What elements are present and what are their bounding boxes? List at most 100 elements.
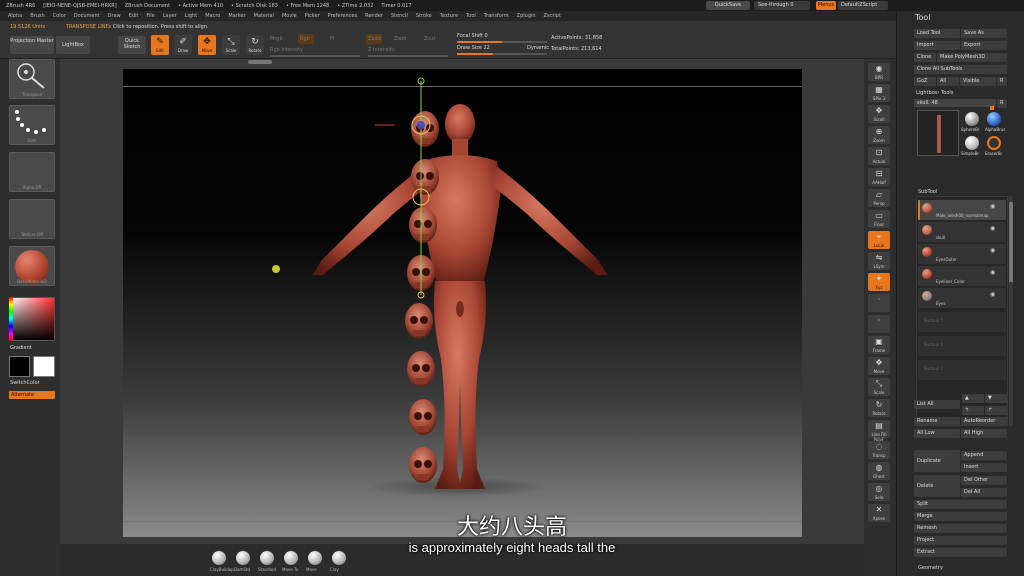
zcut-toggle[interactable]: Zcut [424,36,435,42]
menu-marker[interactable]: Marker [228,13,245,19]
m-toggle[interactable]: M [330,36,334,42]
menu-layer[interactable]: Layer [163,13,177,19]
mrgb-toggle[interactable]: Mrgb [270,36,283,42]
duplicate-button[interactable]: Duplicate [914,450,960,472]
brush-thumbnail[interactable]: Transpose [9,59,55,99]
subtool-empty-slot[interactable]: Subtool 5 [918,312,1006,332]
shelf-local[interactable]: ⌖ Local [868,231,890,249]
alpha-thumbnail[interactable]: Alpha Off [9,152,55,192]
shelf-ghost[interactable]: ◍ Ghost [868,462,890,480]
alternate-button[interactable]: Alternate [9,391,55,399]
draw-mode-button[interactable]: ✐ Draw [174,35,192,55]
arrow-left-button[interactable]: ↰ [962,406,984,415]
bottom-brush-move[interactable] [308,551,322,565]
see-through-slider[interactable]: See-through 0 [754,1,810,10]
visibility-eye-icon[interactable]: ◉ [990,291,995,298]
lightbox-tools-link[interactable]: Lightbox› Tools [916,90,953,96]
male-figure[interactable] [313,104,607,489]
shelf-xpose[interactable]: ✕ Xpose [868,504,890,522]
menu-stroke[interactable]: Stroke [416,13,432,19]
rgb-intensity-slider[interactable]: Rgb Intensity [270,47,303,53]
rename-button[interactable]: Rename [914,417,960,426]
visibility-eye-icon[interactable]: ◉ [990,225,995,232]
menu-movie[interactable]: Movie [282,13,297,19]
shelf-solo[interactable]: ◎ Solo [868,483,890,501]
zsub-toggle[interactable]: Zsub [394,36,406,42]
menu-color[interactable]: Color [53,13,66,19]
all-button[interactable]: All [937,77,959,86]
shelf-bpr[interactable]: ◉ BPR [868,63,890,81]
light-gizmo[interactable] [272,265,280,273]
gradient-toggle[interactable]: Gradient [10,345,32,351]
subtool-scroll-knob[interactable] [1009,202,1013,282]
bottom-brush-move-to[interactable] [284,551,298,565]
list-all-button[interactable]: List All [914,400,960,409]
projection-master-button[interactable]: Projection Master [10,36,54,54]
color-picker[interactable] [9,297,55,341]
shelf-aahalf[interactable]: ⊟ AAHalf [868,168,890,186]
current-tool-thumbnail[interactable] [917,110,959,156]
save-as-button[interactable]: Save As [961,29,1007,38]
dynamic-toggle[interactable]: Dynamic [527,45,549,51]
simple-brush-icon[interactable] [965,136,979,150]
shelf-scale[interactable]: ⤡ Scale [868,378,890,396]
del-all-button[interactable]: Del All [961,488,1007,497]
canvas-scroll-knob[interactable] [248,60,272,64]
menu-alpha[interactable]: Alpha [8,13,22,19]
visibility-eye-icon[interactable]: ◉ [990,269,995,276]
menu-light[interactable]: Light [185,13,197,19]
delete-button[interactable]: Delete [914,475,960,497]
move-mode-button[interactable]: ✥ Move [198,35,216,55]
sphere-brush-icon[interactable] [965,112,979,126]
shelf-actual[interactable]: ⊡ Actual [868,147,890,165]
switch-color-button[interactable]: SwitchColor [10,380,40,386]
clone-button[interactable]: Clone [914,53,936,62]
move-down-button[interactable]: ▼ [985,394,1007,403]
current-tool-slider[interactable]: skull. 48 [914,99,996,107]
bottom-brush-clay[interactable] [332,551,346,565]
secondary-color-swatch[interactable] [33,356,55,377]
shelf-rotate[interactable]: ↻ Rotate [868,399,890,417]
shelf-line-fill-polyf[interactable]: ▤ Line Fill PolyF [868,420,890,442]
model-view[interactable] [123,69,802,537]
hue-strip[interactable] [9,297,13,341]
menu-zplugin[interactable]: Zplugin [517,13,536,19]
quicksave-button[interactable]: QuickSave [706,1,750,10]
project-button[interactable]: Project [914,536,1007,545]
split-button[interactable]: Split [914,500,1007,509]
visibility-eye-icon[interactable]: ◉ [990,203,995,210]
default-zscript-button[interactable]: DefaultZScript [838,1,888,10]
z-intensity-slider[interactable]: Z Intensity [368,47,395,53]
append-button[interactable]: Append [961,451,1007,460]
quick-sketch-button[interactable]: Quick Sketch [118,36,146,54]
scale-mode-button[interactable]: ⤡ Scale [222,35,240,55]
clone-all-subtools-button[interactable]: Clone All SubTools [914,65,1007,74]
shelf-xyz[interactable]: ✦ Xyz [868,273,890,291]
lightbox-button[interactable]: LightBox [56,36,90,54]
menu-material[interactable]: Material [254,13,274,19]
menu-stencil[interactable]: Stencil [391,13,408,19]
menu-file[interactable]: File [146,13,154,19]
menu-transform[interactable]: Transform [484,13,509,19]
extract-button[interactable]: Extract [914,548,1007,557]
menu-render[interactable]: Render [365,13,383,19]
shelf-spacer-12[interactable]: · [868,315,890,333]
visible-button[interactable]: Visible [960,77,996,86]
menu-macro[interactable]: Macro [205,13,220,19]
menu-picker[interactable]: Picker [305,13,320,19]
shelf-move[interactable]: ✥ Move [868,357,890,375]
alpha-brush-icon[interactable] [987,112,1001,126]
shelf-spix-3[interactable]: ▦ SPix 3 [868,84,890,102]
autoreorder-button[interactable]: AutoReorder [961,417,1007,426]
menu-preferences[interactable]: Preferences [328,13,357,19]
draw-size-slider[interactable]: Draw Size 22 [457,45,490,51]
geometry-section[interactable]: Geometry [918,565,943,571]
menu-draw[interactable]: Draw [108,13,121,19]
make-polymesh-button[interactable]: Make PolyMesh3D [937,53,1007,62]
menu-document[interactable]: Document [74,13,100,19]
menu-zscript[interactable]: Zscript [544,13,561,19]
subtool-empty-slot[interactable]: Subtool 7 [918,360,1006,380]
shelf-transp[interactable]: ◌ Transp [868,441,890,459]
shelf-persp[interactable]: ▱ Persp [868,189,890,207]
bottom-brush-claybuildup[interactable] [212,551,226,565]
